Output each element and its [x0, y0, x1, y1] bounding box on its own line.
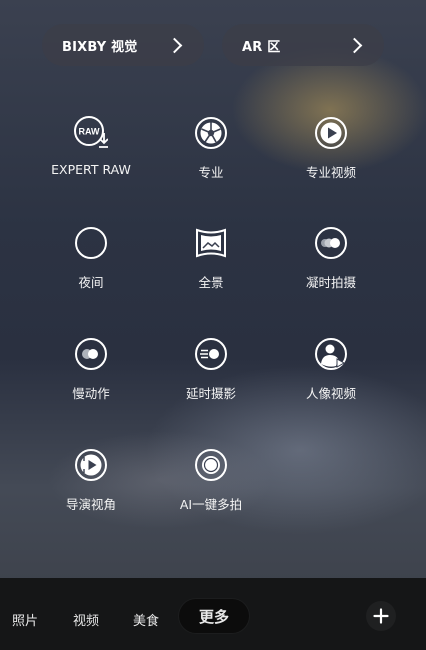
bixby-vision-button[interactable]: BIXBY 视觉 [42, 24, 204, 66]
pro-video-play-icon [315, 117, 347, 149]
mode-night[interactable]: 夜间 [21, 226, 161, 291]
slow-motion-icon [75, 338, 107, 370]
mode-label: 专业 [198, 165, 224, 180]
mode-label: 人像视频 [305, 386, 356, 401]
raw-download-icon: RAW [74, 116, 108, 148]
mode-timelapse[interactable]: 延时摄影 [141, 337, 281, 402]
mode-directors-view[interactable]: 导演视角 [21, 448, 161, 513]
add-mode-button[interactable] [366, 601, 396, 631]
chevron-right-icon [166, 37, 183, 53]
mode-panorama[interactable]: 全景 [141, 226, 281, 291]
single-take-icon [195, 449, 227, 481]
hyperlapse-icon [315, 227, 347, 259]
mode-pro[interactable]: 专业 [141, 116, 281, 181]
mode-label: EXPERT RAW [51, 162, 131, 177]
camera-mode-bar: 照片 视频 美食 更多 [0, 578, 426, 650]
mode-label: 延时摄影 [185, 386, 236, 401]
aperture-icon [195, 117, 227, 149]
tab-more[interactable]: 更多 [179, 599, 250, 633]
mode-label: 专业视频 [305, 165, 356, 180]
panorama-icon [196, 228, 226, 258]
directors-view-icon [75, 449, 107, 481]
chevron-right-icon [346, 37, 363, 53]
mode-label: AI一键多拍 [179, 497, 243, 512]
mode-slow-motion[interactable]: 慢动作 [21, 337, 161, 402]
mode-expert-raw[interactable]: RAW EXPERT RAW [21, 116, 161, 177]
tab-food[interactable]: 美食 [133, 610, 159, 629]
moon-icon [75, 227, 107, 259]
mode-single-take[interactable]: AI一键多拍 [141, 448, 281, 513]
timelapse-icon [195, 338, 227, 370]
ar-zone-label: AR 区 [242, 39, 281, 55]
ar-zone-button[interactable]: AR 区 [222, 24, 384, 66]
mode-portrait-video[interactable]: 人像视频 [261, 337, 401, 402]
tab-video[interactable]: 视频 [73, 610, 99, 629]
mode-label: 导演视角 [65, 497, 116, 512]
mode-label: 全景 [198, 275, 224, 290]
svg-text:RAW: RAW [79, 127, 101, 137]
tab-photo[interactable]: 照片 [12, 610, 38, 629]
plus-icon [373, 608, 389, 624]
mode-label: 慢动作 [72, 386, 110, 401]
mode-label: 凝时拍摄 [305, 275, 356, 290]
mode-pro-video[interactable]: 专业视频 [261, 116, 401, 181]
mode-hyperlapse[interactable]: 凝时拍摄 [261, 226, 401, 291]
mode-label: 夜间 [78, 275, 104, 290]
bixby-vision-label: BIXBY 视觉 [62, 39, 138, 55]
portrait-video-icon [315, 338, 347, 370]
